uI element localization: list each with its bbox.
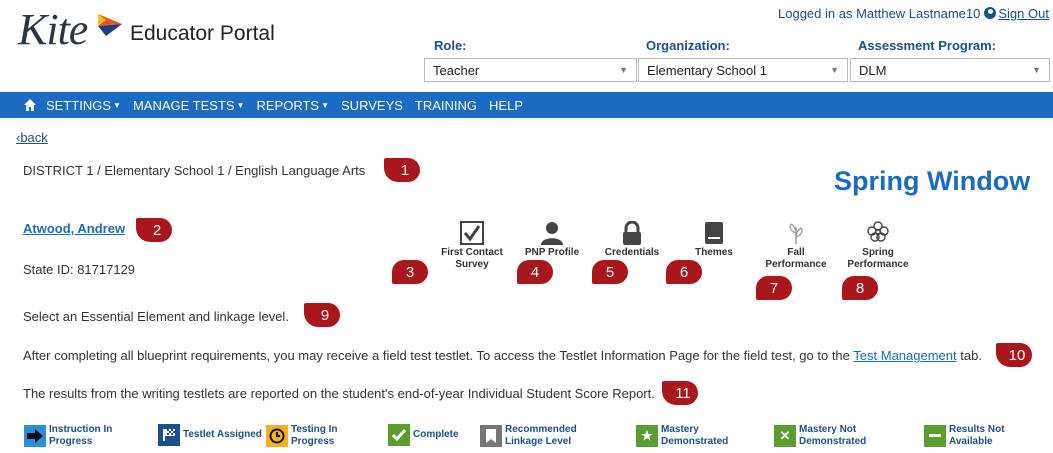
callout-marker: 8 [842,276,878,300]
legend-recommended-linkage-level: Recommended Linkage Level [480,424,615,448]
login-text: Logged in as Matthew Lastname10 [778,6,981,21]
kite-logo: Kite [18,5,88,54]
login-status: Logged in as Matthew Lastname10 Sign Out [778,6,1049,21]
chevron-down-icon: ▼ [830,65,839,75]
callout-marker: 4 [517,260,553,284]
callout-marker: 11 [662,381,698,405]
legend-testing-in-progress: Testing In Progress [266,424,381,448]
assessment-program-select[interactable]: DLM ▼ [850,58,1050,82]
legend-complete: Complete [388,424,473,446]
nav-training[interactable]: TRAINING [415,98,477,113]
book-icon [705,222,723,244]
clock-icon [266,425,288,447]
sign-out-link[interactable]: Sign Out [998,6,1049,21]
select-instruction: Select an Essential Element and linkage … [23,309,289,324]
state-id: State ID: 81717129 [23,262,136,277]
callout-marker: 10 [996,343,1032,367]
callout-marker: 3 [392,260,428,284]
minus-icon [924,425,946,447]
legend-testlet-assigned: Testlet Assigned [158,424,273,446]
nav-reports[interactable]: REPORTS ▼ [256,98,329,113]
legend-mastery-not-demonstrated: ✕ Mastery Not Demonstrated [774,424,889,448]
organization-value: Elementary School 1 [647,63,767,78]
icon-label: PNP Profile [524,247,580,258]
callout-marker: 5 [592,260,628,284]
callout-marker: 6 [666,260,702,284]
themes-button[interactable]: Themes [674,219,754,259]
icon-label: Fall Performance [765,247,827,270]
checkbox-icon [460,221,484,245]
bookmark-icon [480,425,502,447]
student-name-link[interactable]: Atwood, Andrew [23,221,125,236]
assessment-program-value: DLM [859,63,887,78]
icon-label: Credentials [604,247,660,258]
credentials-button[interactable]: Credentials [592,219,672,259]
user-icon [984,7,997,19]
icon-label: Themes [695,247,733,258]
arrow-right-icon [24,425,46,447]
nav-help[interactable]: HELP [489,98,523,113]
callout-marker: 7 [756,276,792,300]
chevron-down-icon: ▼ [1032,65,1041,75]
nav-settings[interactable]: SETTINGS ▼ [46,98,121,113]
test-management-link[interactable]: Test Management [853,348,956,363]
star-icon: ★ [636,425,658,447]
flower-icon [867,221,889,242]
assessment-program-label: Assessment Program: [858,38,996,53]
first-contact-survey-button[interactable]: First Contact Survey [432,219,512,271]
icon-label: Spring Performance [847,247,909,270]
callout-marker: 2 [136,218,172,242]
x-icon: ✕ [774,425,796,447]
legend-mastery-demonstrated: ★ Mastery Demonstrated [636,424,751,448]
leaf-icon [789,223,803,244]
window-title: Spring Window [834,166,1031,196]
legend-results-not-available: Results Not Available [924,424,1029,448]
chevron-down-icon: ▼ [619,65,628,75]
lock-icon [623,221,641,245]
pnp-profile-button[interactable]: PNP Profile [512,219,592,259]
role-select[interactable]: Teacher ▼ [424,58,637,82]
spring-performance-button[interactable]: Spring Performance [838,219,918,271]
field-test-instruction: After completing all blueprint requireme… [23,348,982,363]
back-link[interactable]: ‹back [16,130,48,145]
main-nav: SETTINGS ▼ MANAGE TESTS ▼ REPORTS ▼ SURVEYS… [0,92,1053,118]
writing-testlet-note: The results from the writing testlets ar… [23,386,655,401]
role-value: Teacher [433,63,480,78]
role-label: Role: [434,38,467,53]
organization-select[interactable]: Elementary School 1 ▼ [638,58,848,82]
callout-marker: 1 [384,158,420,182]
icon-label: First Contact Survey [441,247,503,270]
nav-manage-tests[interactable]: MANAGE TESTS ▼ [133,98,245,113]
kite-flag-icon [98,14,122,36]
flag-icon [158,424,180,446]
portal-title: Educator Portal [130,22,275,45]
person-icon [541,222,563,245]
nav-surveys[interactable]: SURVEYS [341,98,403,113]
callout-marker: 9 [304,303,340,327]
breadcrumb: DISTRICT 1 / Elementary School 1 / Engli… [23,163,366,178]
organization-label: Organization: [646,38,730,53]
home-icon[interactable] [24,99,36,111]
legend-instruction-in-progress: Instruction In Progress [24,424,139,448]
fall-performance-button[interactable]: Fall Performance [756,219,836,271]
check-icon [388,424,410,446]
